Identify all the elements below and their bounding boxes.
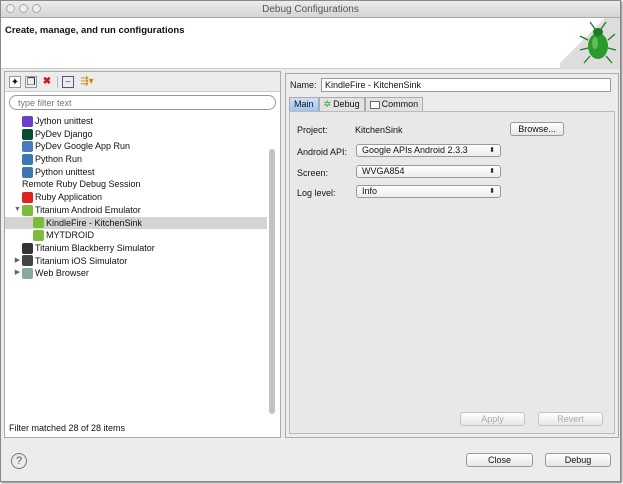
main-tab-pane: Project: KitchenSink Browse... Android A…: [289, 111, 615, 434]
tree-item[interactable]: Remote Ruby Debug Session: [5, 178, 267, 191]
tab-main-label: Main: [294, 99, 314, 109]
expand-twisty-icon[interactable]: ▶: [13, 267, 22, 280]
delete-icon[interactable]: ✖: [41, 76, 53, 88]
screen-label: Screen:: [297, 168, 329, 178]
revert-button[interactable]: Revert: [538, 412, 603, 426]
tab-debug[interactable]: ✲ Debug: [318, 97, 365, 111]
blackberry-icon: [22, 242, 33, 254]
name-input[interactable]: KindleFire - KitchenSink: [321, 78, 611, 92]
tree-scrollbar[interactable]: [268, 117, 276, 422]
django-icon: [22, 128, 33, 140]
window-title: Debug Configurations: [262, 4, 359, 15]
configuration-tree: Jython unittest PyDev Django PyDev Google …: [5, 115, 267, 280]
apple-icon: [22, 255, 33, 267]
tree-item[interactable]: Jython unittest: [5, 115, 267, 128]
collapse-twisty-icon[interactable]: ▼: [13, 204, 22, 217]
tree-item-label: Remote Ruby Debug Session: [22, 179, 141, 190]
select-arrows-icon: ⬍: [489, 168, 495, 175]
tree-item-label: Titanium iOS Simulator: [35, 255, 128, 266]
tree-item-label: Web Browser: [35, 268, 89, 279]
tree-item[interactable]: ▶ Titanium iOS Simulator: [5, 255, 267, 268]
tree-item-label: PyDev Google App Run: [35, 141, 131, 152]
tree-item-label: Titanium Android Emulator: [35, 204, 141, 215]
list-toolbar: ✦ ❐ ✖ − ⇶▾: [5, 72, 280, 92]
tree-item[interactable]: PyDev Django: [5, 128, 267, 141]
debug-button[interactable]: Debug: [545, 453, 611, 467]
minimize-window-button[interactable]: [19, 4, 28, 13]
tree-item[interactable]: Python Run: [5, 153, 267, 166]
tab-common[interactable]: Common: [364, 97, 424, 111]
python-icon: [22, 153, 33, 165]
tree-item-label: Ruby Application: [35, 192, 103, 203]
common-tab-icon: [369, 100, 380, 109]
filter-status: Filter matched 28 of 28 items: [9, 423, 126, 433]
tree-item[interactable]: PyDev Google App Run: [5, 140, 267, 153]
tree-item-label: MYTDROID: [46, 230, 94, 241]
close-window-button[interactable]: [6, 4, 15, 13]
debug-bug-icon: ✲: [323, 99, 332, 109]
log-level-label: Log level:: [297, 188, 336, 198]
tree-item[interactable]: ▼ Titanium Android Emulator: [5, 204, 267, 217]
tab-main[interactable]: Main: [289, 97, 319, 111]
dialog-header: Create, manage, and run configurations: [1, 18, 620, 69]
browse-button[interactable]: Browse...: [510, 122, 564, 136]
screen-select[interactable]: WVGA854 ⬍: [356, 165, 501, 178]
tree-item[interactable]: Titanium Blackberry Simulator: [5, 242, 267, 255]
tree-item[interactable]: Python unittest: [5, 166, 267, 179]
tree-item[interactable]: ▶ Web Browser: [5, 267, 267, 280]
tree-item[interactable]: MYTDROID: [5, 229, 267, 242]
tree-item-label: Python Run: [35, 154, 83, 165]
screen-value: WVGA854: [362, 166, 405, 176]
log-level-select[interactable]: Info ⬍: [356, 185, 501, 198]
tree-item[interactable]: Ruby Application: [5, 191, 267, 204]
project-value: KitchenSink: [355, 125, 403, 135]
debug-configurations-window: Debug Configurations Create, manage, and…: [0, 0, 621, 482]
duplicate-icon[interactable]: ❐: [25, 75, 37, 88]
jython-unittest-icon: [22, 115, 33, 127]
help-icon[interactable]: ?: [11, 453, 27, 469]
scrollbar-thumb[interactable]: [269, 149, 275, 414]
dialog-subtitle: Create, manage, and run configurations: [5, 25, 185, 36]
android-api-value: Google APIs Android 2.3.3: [362, 145, 468, 155]
filter-input[interactable]: [9, 95, 276, 110]
tab-debug-label: Debug: [333, 99, 360, 109]
zoom-window-button[interactable]: [32, 4, 41, 13]
python-unittest-icon: [22, 166, 33, 178]
bug-logo-icon: [560, 18, 620, 69]
close-button[interactable]: Close: [466, 453, 533, 467]
tree-item-label: Jython unittest: [35, 116, 94, 126]
log-level-value: Info: [362, 186, 378, 196]
android-api-select[interactable]: Google APIs Android 2.3.3 ⬍: [356, 144, 501, 157]
new-configuration-icon[interactable]: ✦: [9, 75, 21, 88]
ruby-icon: [22, 191, 33, 203]
apply-button[interactable]: Apply: [460, 412, 525, 426]
tab-common-label: Common: [381, 99, 419, 109]
android-api-label: Android API:: [297, 147, 348, 157]
tree-item-label: KindleFire - KitchenSink: [46, 217, 143, 228]
android-icon: [33, 230, 44, 242]
title-bar: Debug Configurations: [1, 1, 620, 18]
google-app-icon: [22, 141, 33, 153]
tree-item-label: Python unittest: [35, 166, 95, 177]
toolbar-divider: [57, 75, 58, 88]
tree-item-label: PyDev Django: [35, 128, 93, 139]
tree-item-label: Titanium Blackberry Simulator: [35, 242, 155, 253]
tree-item[interactable]: KindleFire - KitchenSink: [5, 216, 267, 230]
configuration-editor: Name: KindleFire - KitchenSink Main ✲ Deb…: [285, 73, 619, 438]
select-arrows-icon: ⬍: [489, 188, 495, 195]
expand-twisty-icon[interactable]: ▶: [13, 255, 22, 268]
collapse-all-icon[interactable]: −: [62, 75, 74, 88]
web-browser-icon: [22, 268, 33, 280]
project-label: Project:: [297, 125, 328, 135]
filter-icon[interactable]: ⇶▾: [78, 76, 96, 88]
android-icon: [33, 217, 44, 229]
name-label: Name:: [290, 80, 317, 90]
configuration-list-panel: ✦ ❐ ✖ − ⇶▾ Jython unittest PyDev Django Py…: [4, 71, 281, 438]
select-arrows-icon: ⬍: [489, 147, 495, 154]
android-icon: [22, 204, 33, 216]
